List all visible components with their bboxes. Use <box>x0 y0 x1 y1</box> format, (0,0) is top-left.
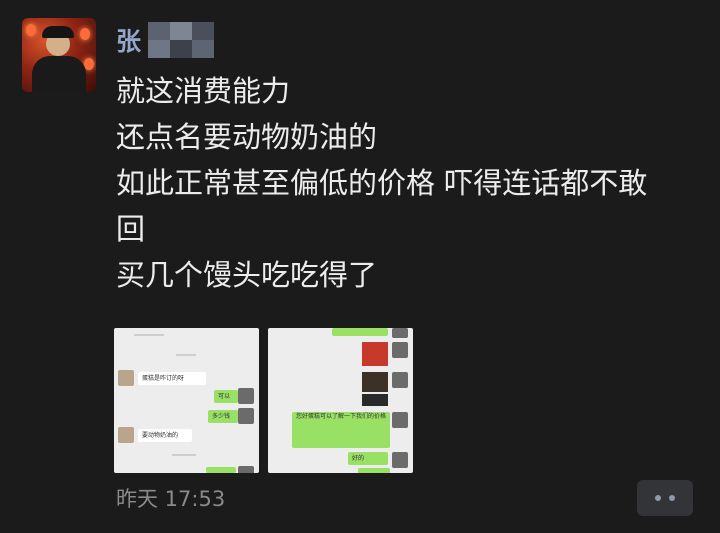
chat-avatar <box>392 412 408 428</box>
chat-bubble-right: 可以 <box>214 390 238 403</box>
chat-time-line <box>172 454 196 456</box>
chat-avatar <box>392 328 408 338</box>
chat-bubble-right: 好的 <box>348 452 388 465</box>
post-image-thumbnail[interactable]: 您好蛋糕可以了解一下我们的价格 好的 <box>268 328 413 473</box>
more-dots-icon <box>655 495 661 501</box>
chat-avatar <box>118 427 134 443</box>
chat-time-line <box>176 354 196 356</box>
post-body-text: 就这消费能力 还点名要动物奶油的 如此正常甚至偏低的价格 吓得连话都不敢 回 买… <box>116 68 716 298</box>
lantern-decoration <box>80 28 90 40</box>
author-avatar[interactable] <box>22 18 96 92</box>
post-line: 就这消费能力 <box>116 74 291 108</box>
post-image-thumbnail[interactable]: 蛋糕是咋订的呀 可以 多少钱 要动物奶油的 <box>114 328 259 473</box>
author-name-row: 张 <box>116 22 215 58</box>
lantern-decoration <box>84 58 94 70</box>
post-line: 买几个馒头吃吃得了 <box>116 258 378 292</box>
more-dots-icon <box>669 495 675 501</box>
cake-photo <box>362 372 388 392</box>
chat-bubble-left: 蛋糕是咋订的呀 <box>138 372 206 385</box>
chat-avatar <box>392 452 408 468</box>
chat-bubble-left: 要动物奶油的 <box>138 429 192 442</box>
chat-avatar <box>392 372 408 388</box>
more-actions-button[interactable] <box>637 480 693 516</box>
chat-bubble-right: 您好蛋糕可以了解一下我们的价格 <box>292 412 390 448</box>
chat-avatar <box>238 466 254 473</box>
cake-photo <box>362 394 388 406</box>
chat-bubble-right: 多少钱 <box>208 410 238 423</box>
chat-avatar <box>238 388 254 404</box>
chat-avatar <box>238 408 254 424</box>
chat-bubble-right <box>358 468 390 473</box>
chat-header-line <box>134 334 164 336</box>
product-ad-image <box>362 342 388 366</box>
name-mosaic-blur <box>148 22 215 58</box>
chat-avatar <box>118 370 134 386</box>
post-line: 如此正常甚至偏低的价格 吓得连话都不敢 <box>116 166 648 200</box>
chat-bubble-right <box>332 328 388 336</box>
post-timestamp: 昨天 17:53 <box>116 487 226 511</box>
avatar-figure-body <box>32 56 86 92</box>
author-name[interactable]: 张 <box>116 22 142 58</box>
chat-avatar <box>392 342 408 358</box>
post-line: 回 <box>116 212 146 246</box>
avatar-figure-cap <box>42 26 74 38</box>
chat-bubble-right <box>206 467 236 473</box>
post-line: 还点名要动物奶油的 <box>116 120 378 154</box>
lantern-decoration <box>26 24 36 36</box>
